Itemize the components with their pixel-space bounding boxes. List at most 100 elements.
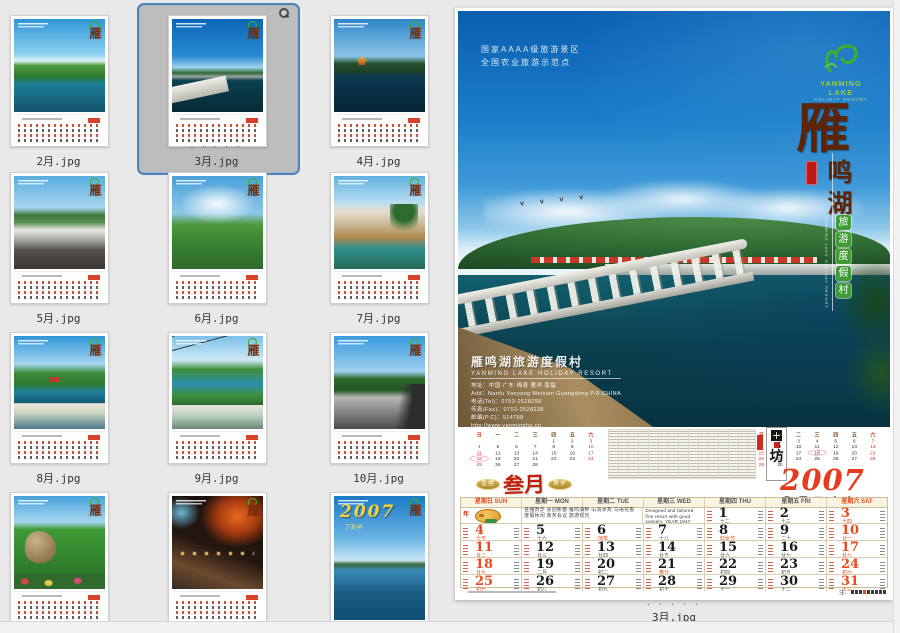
brand-tagline: YANMING LAKE HOLIDAY RESORT [824, 216, 829, 309]
calendar-grid: 年金猪贺岁 喜迎新春 雁鸣湖畔 山清水秀 鸟语花香 度假休闲 商务会议 旅游观光… [460, 507, 888, 588]
thumbnail[interactable]: 雁 [168, 492, 265, 633]
contact-block: 雁鸣湖旅游度假村 YANMING LAKE HOLIDAY RESORT 地址：… [471, 353, 621, 427]
lunar-label: 初六 [842, 569, 852, 574]
thumbnail[interactable]: 雁 10月.jpg [330, 332, 427, 482]
brand-badges: 旅游度假村 [836, 215, 851, 298]
calendar-page-thumbnail[interactable]: 雁 [168, 172, 267, 304]
thumbnail-calendar-strip [14, 591, 105, 621]
calendar-section: 日一二三四五六123456789101112131415161718192021… [460, 427, 888, 595]
calendar-day-cell: 29十一 [705, 575, 766, 591]
calendar-page-thumbnail[interactable]: 雁 [10, 332, 109, 464]
thumbnail-brand-character: 雁 [248, 504, 258, 516]
thumbnail-brand-character: 雁 [410, 27, 420, 39]
thumbnail[interactable]: 雁 5月.jpg [10, 172, 107, 322]
footer-print-line [468, 591, 556, 593]
preview-page: v v v v 国家AAAA级旅游景区 全国农业旅游示范点 YANMING LA… [455, 8, 893, 600]
calendar-page-thumbnail[interactable]: 雁 [10, 172, 109, 304]
calendar-day-cell: 30十二 [766, 575, 827, 591]
calendar-day-cell: 26初八 [522, 575, 583, 591]
thumbnail[interactable]: 雁 9月.jpg [168, 332, 265, 482]
calendar-note-en: Designed and tailored fine resort with g… [643, 507, 703, 523]
thumbnail-photo: 雁 2007丁亥年 [334, 496, 425, 620]
calendar-day-cell: 5十六 [522, 524, 583, 540]
thumbnail-brand-character: 雁 [410, 504, 420, 516]
resort-honor-captions: 国家AAAA级旅游景区 全国农业旅游示范点 [481, 43, 580, 69]
calendar-page-thumbnail[interactable]: 雁 [168, 332, 267, 464]
weekday-label: 星期日 SUN [461, 498, 522, 507]
thumbnail-resort-caption [176, 180, 206, 185]
thumbnail[interactable]: 雁 8月.jpg [10, 332, 107, 482]
thumbnail-brand-character: 雁 [410, 184, 420, 196]
caption-line: 全国农业旅游示范点 [481, 56, 580, 69]
brand-badge: 假 [836, 266, 851, 281]
lunar-label: 初二 [598, 569, 608, 574]
thumbnail[interactable]: 雁 7月.jpg [330, 172, 427, 322]
calendar-day-cell: 年 [461, 507, 522, 523]
brand-calligraphy-rest: 鸣湖 [820, 159, 856, 221]
calendar-day-cell: 19二月 [522, 558, 583, 574]
thumbnail-calendar-strip [172, 431, 263, 461]
resort-name-en: YANMING LAKE HOLIDAY RESORT [471, 371, 621, 379]
brand-badge: 游 [836, 232, 851, 247]
mini-day [582, 461, 601, 467]
month-name: 叁月 [502, 468, 545, 499]
brand-badge: 度 [836, 249, 851, 264]
calendar-day-cell: 9二十 [766, 524, 827, 540]
calendar-day-cell: 23初五 [766, 558, 827, 574]
lunar-label: 初十 [659, 586, 669, 591]
lunar-label: 廿九 [476, 569, 486, 574]
calendar-page-thumbnail[interactable]: 雁 [330, 172, 429, 304]
thumbnail-brand-character: 雁 [410, 344, 420, 356]
contact-lines: 地址：中国·广东·梅县 雁洋 南福Add：Nanfu Yanyang Meixi… [471, 382, 621, 427]
thumbnail-photo: 雁 [172, 19, 263, 112]
golden-pig-icon [475, 509, 501, 523]
thumbnail[interactable]: 雁 2月.jpg [10, 15, 107, 165]
lunar-label: 初五 [781, 569, 791, 574]
thumbnail-resort-caption [338, 23, 368, 28]
preview-rating-dots: · · · · · [455, 600, 893, 609]
thumbnail-resort-caption [176, 23, 206, 28]
lunar-label: 春分 [659, 569, 669, 574]
resort-name-cn: 雁鸣湖旅游度假村 [471, 353, 621, 370]
calendar-day-cell: 24初六 [827, 558, 887, 574]
thumbnail-rating-dots: · · · · · [168, 142, 265, 150]
thumbnail-brand-character: 雁 [248, 27, 258, 39]
thumbnail-resort-caption [18, 23, 48, 28]
calendar-day-cell: 21春分 [644, 558, 705, 574]
calendar-page-thumbnail[interactable]: 雁 [10, 492, 109, 624]
thumbnail-filename: 9月.jpg [137, 470, 296, 486]
calendar-page-thumbnail[interactable]: 雁 [10, 15, 109, 147]
calendar-day-cell: 4十五 [461, 524, 522, 540]
thumbnail[interactable]: 雁 2007丁亥年 [330, 492, 427, 633]
thumbnail-photo: 雁 [334, 19, 425, 112]
caption-line: 国家AAAA级旅游景区 [481, 43, 580, 56]
calendar-day-cell: 25初七 [461, 575, 522, 591]
thumbnail-filename: 2月.jpg [0, 153, 138, 169]
gold-badge-right: 贺岁 [548, 479, 572, 490]
thumbnail-resort-caption [18, 340, 48, 345]
calendar-day-cell: 1十二 [705, 507, 766, 523]
brand-badge: 旅 [836, 215, 851, 230]
thumbnail[interactable]: 雁 4月.jpg [330, 15, 427, 165]
calendar-page-thumbnail[interactable]: 雁 [168, 492, 267, 624]
brand-badge: 村 [836, 283, 851, 298]
calendar-page-thumbnail[interactable]: 雁 2007丁亥年 [330, 492, 429, 624]
thumbnail-photo: 雁 [334, 176, 425, 269]
thumbnail[interactable]: 雁 [10, 492, 107, 633]
calendar-page-thumbnail[interactable]: 雁 [330, 15, 429, 147]
thumbnail-zoom-icon[interactable] [278, 7, 289, 18]
month-title-block: 金猪 叁月 贺岁 [476, 469, 596, 499]
calendar-page-thumbnail[interactable]: 雁 [330, 332, 429, 464]
thumbnail[interactable]: 雁 · · · · · 3月.jpg [168, 15, 265, 165]
thumbnail-calendar-strip [172, 114, 263, 144]
thumbnail[interactable]: 雁 6月.jpg [168, 172, 265, 322]
thumbnail-photo: 雁 [172, 176, 263, 269]
preview-photo: v v v v 国家AAAA级旅游景区 全国农业旅游示范点 YANMING LA… [458, 11, 890, 427]
lunar-label: 十二 [720, 518, 730, 523]
thumbnail-brand-character: 雁 [248, 184, 258, 196]
gold-badge-left: 金猪 [476, 479, 500, 490]
thumbnail-brand-character: 雁 [90, 504, 100, 516]
thumbnail-calendar-strip [334, 431, 425, 461]
thumbnail-calendar-strip [14, 114, 105, 144]
calendar-page-thumbnail[interactable]: 雁 [168, 15, 267, 147]
